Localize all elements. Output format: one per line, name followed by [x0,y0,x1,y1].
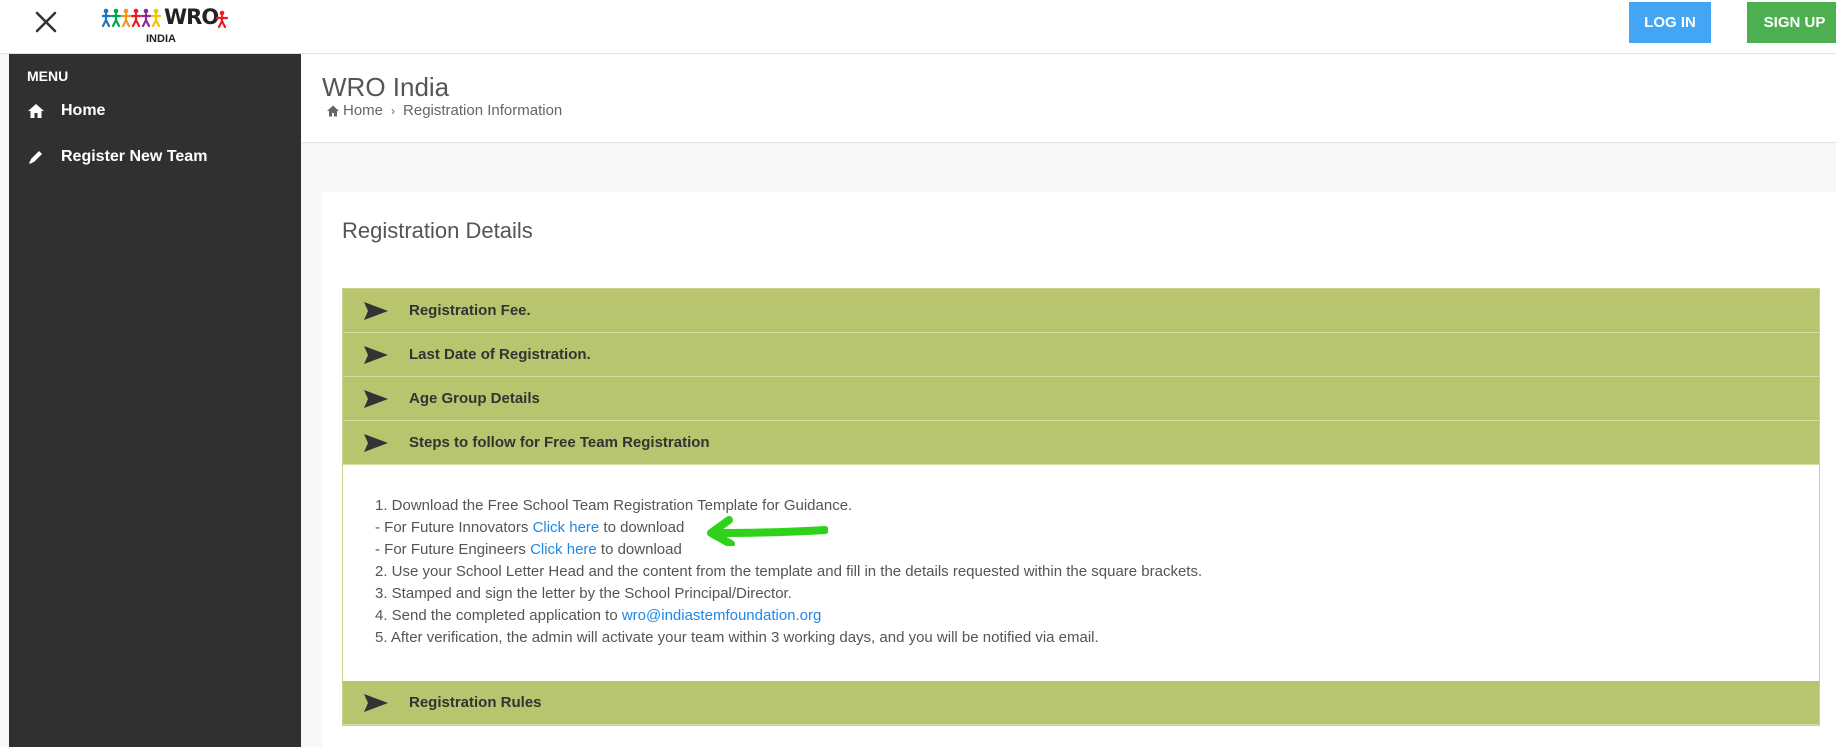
accordion-label: Steps to follow for Free Team Registrati… [409,434,710,451]
accordion-free-team-steps[interactable]: Steps to follow for Free Team Registrati… [343,421,1819,465]
sidebar-item-label: Register New Team [61,148,208,165]
send-arrow-icon [364,301,388,320]
home-icon [327,105,339,116]
signup-button[interactable]: SIGN UP [1747,2,1836,43]
send-arrow-icon [364,389,388,408]
accordion-registration-rules[interactable]: Registration Rules [343,681,1819,725]
accordion-age-group[interactable]: Age Group Details [343,377,1819,421]
engineers-download-link[interactable]: Click here [530,541,597,558]
page-title: WRO India [322,72,450,102]
login-button[interactable]: LOG IN [1629,2,1711,43]
breadcrumb-home-link[interactable]: Home [343,102,383,119]
chevron-right-icon: › [391,103,396,118]
send-arrow-icon [364,693,388,712]
sidebar-item-home[interactable]: Home [27,96,297,126]
logo-text: WRO [164,5,219,29]
pencil-icon [29,151,42,164]
logo-subtitle: INDIA [146,33,176,45]
accordion-steps-body: 1. Download the Free School Team Registr… [343,465,1819,681]
close-icon[interactable] [30,6,62,38]
logo-figures-icon [102,8,162,28]
card-title: Registration Details [342,218,533,243]
accordion-label: Last Date of Registration. [409,346,591,363]
step-line-email: 4. Send the completed application to wro… [375,607,822,624]
step-line: 1. Download the Free School Team Registr… [375,497,853,514]
accordion-label: Age Group Details [409,390,540,407]
page-header: WRO India Home › Registration Informatio… [301,54,1836,143]
breadcrumb: Home › Registration Information [326,102,562,119]
send-arrow-icon [364,433,388,452]
step-line-engineers: - For Future Engineers Click here to dow… [375,541,682,558]
annotation-arrow-icon [707,516,828,546]
registration-card: Registration Details Registration Fee. L… [322,192,1836,747]
innovators-download-link[interactable]: Click here [533,519,600,536]
accordion-label: Registration Fee. [409,302,531,319]
wro-logo[interactable]: WRO INDIA [102,5,230,46]
sidebar-item-register-new-team[interactable]: Register New Team [27,142,297,172]
step-line: 2. Use your School Letter Head and the c… [375,563,1203,580]
email-link[interactable]: wro@indiastemfoundation.org [622,607,822,624]
step-line: 3. Stamped and sign the letter by the Sc… [375,585,792,602]
menu-heading: MENU [27,68,69,84]
accordion-last-date[interactable]: Last Date of Registration. [343,333,1819,377]
top-bar: WRO INDIA LOG IN SIGN UP [0,0,1836,54]
accordion-registration-fee[interactable]: Registration Fee. [343,289,1819,333]
accordion-label: Registration Rules [409,694,542,711]
registration-accordion: Registration Fee. Last Date of Registrat… [342,288,1820,726]
breadcrumb-current: Registration Information [403,102,563,119]
step-line-innovators: - For Future Innovators Click here to do… [375,519,685,536]
send-arrow-icon [364,345,388,364]
step-line: 5. After verification, the admin will ac… [375,629,1099,646]
logo-figure-icon [216,10,228,28]
sidebar: MENU Home Register New Team [9,54,301,747]
sidebar-item-label: Home [61,102,106,119]
home-icon [28,104,44,118]
